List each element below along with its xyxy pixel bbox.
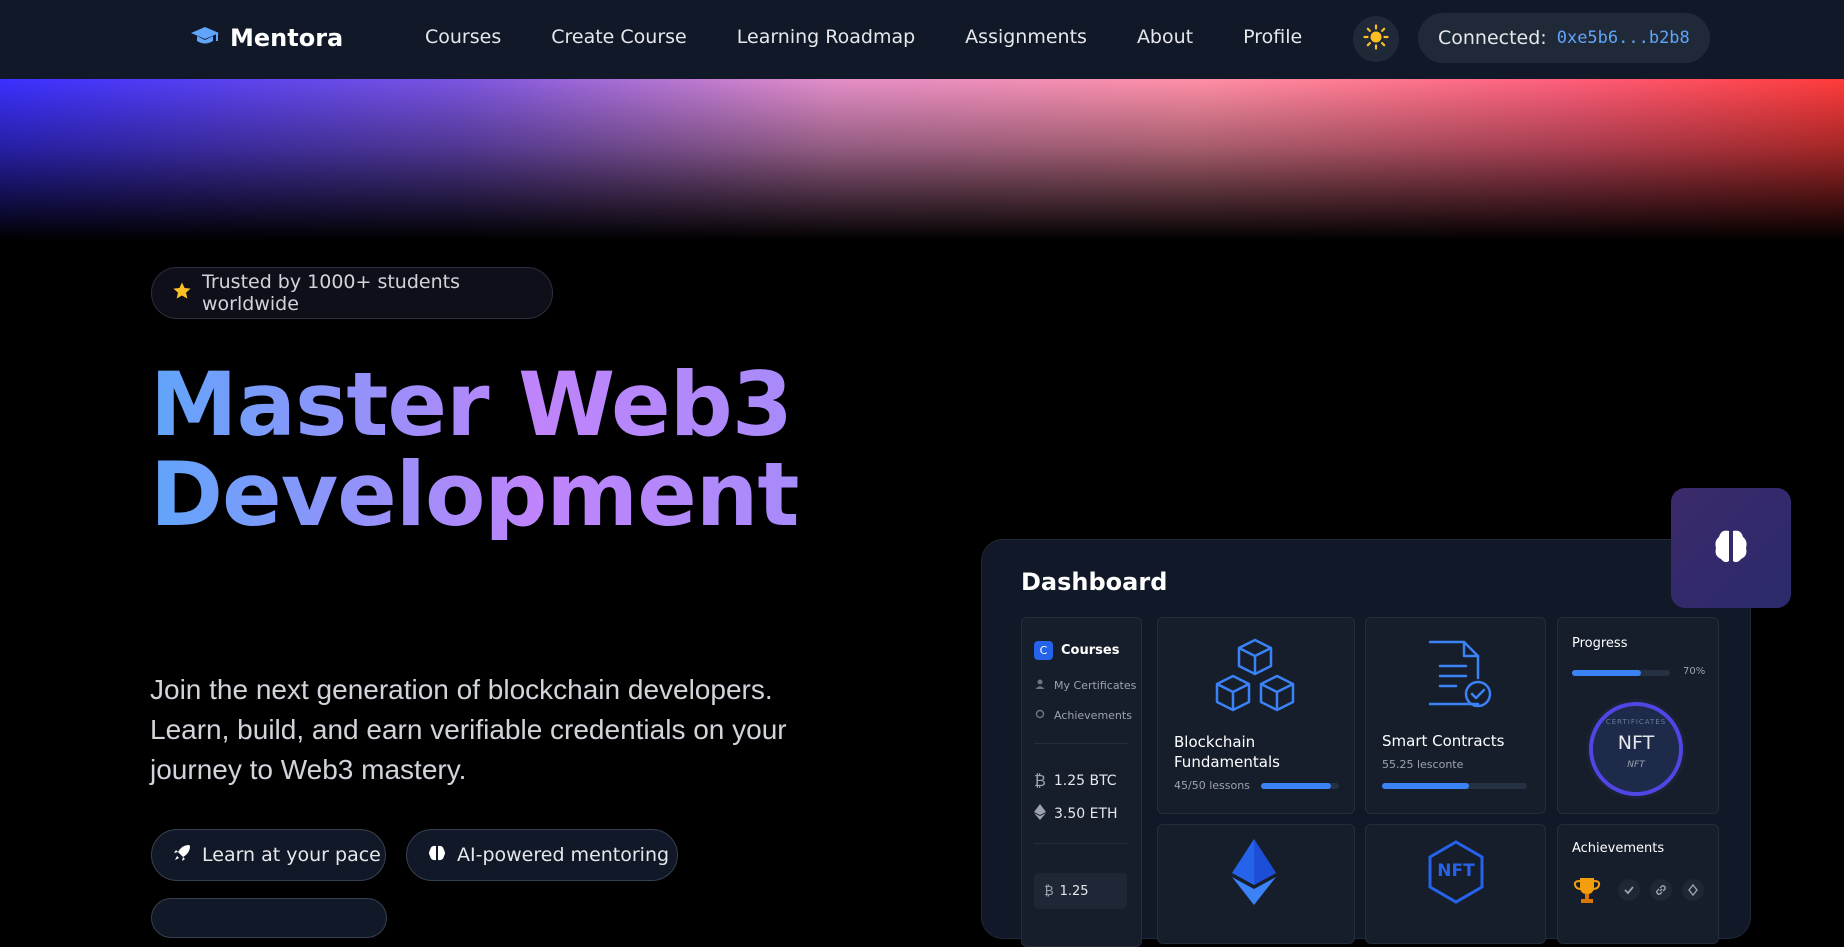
divider bbox=[1034, 843, 1129, 844]
overall-progress-fill bbox=[1572, 670, 1641, 676]
course-progress-fill bbox=[1261, 783, 1332, 789]
achievements-card: Achievements bbox=[1557, 824, 1719, 944]
brand-logo[interactable]: Mentora bbox=[190, 24, 343, 52]
sidebar-item-label: My Certificates bbox=[1054, 679, 1137, 692]
feature-pill-partial[interactable] bbox=[151, 898, 387, 938]
nft-main-text: NFT bbox=[1617, 732, 1655, 754]
sidebar-item-certificates[interactable]: My Certificates bbox=[1034, 678, 1136, 693]
nft-certificate-badge: CERTIFICATES NFT NFT bbox=[1589, 702, 1683, 796]
cubes-icon bbox=[1211, 636, 1299, 722]
dashboard-sidebar: C Courses My Certificates Achievements ₿… bbox=[1021, 617, 1142, 947]
course-progress-fill bbox=[1382, 783, 1469, 789]
eth-balance-value: 3.50 ETH bbox=[1054, 806, 1118, 822]
course-progress-bar bbox=[1382, 783, 1527, 789]
nav-links: Courses Create Course Learning Roadmap A… bbox=[425, 26, 1302, 48]
check-badge-icon bbox=[1618, 879, 1640, 901]
hero-title: Master Web3 Development bbox=[150, 360, 798, 540]
top-navbar: Mentora Courses Create Course Learning R… bbox=[0, 0, 1844, 79]
hero-title-line1: Master Web3 bbox=[150, 353, 792, 456]
course-card-title: Smart Contracts bbox=[1382, 732, 1505, 750]
hero-subtitle: Join the next generation of blockchain d… bbox=[150, 674, 787, 785]
hero-gradient-fade bbox=[0, 79, 1844, 249]
star-icon bbox=[172, 281, 192, 306]
course-card-nft[interactable]: NFT bbox=[1365, 824, 1546, 944]
course-progress-bar bbox=[1261, 783, 1339, 789]
course-card-meta: 45/50 lessons bbox=[1174, 779, 1250, 792]
mini-balance-chip[interactable]: ₿ 1.25 bbox=[1034, 873, 1127, 909]
nav-link-courses[interactable]: Courses bbox=[425, 26, 501, 48]
dashboard-title: Dashboard bbox=[1021, 568, 1168, 596]
course-card-blockchain[interactable]: Blockchain Fundamentals 45/50 lessons bbox=[1157, 617, 1355, 814]
achievements-title: Achievements bbox=[1572, 841, 1665, 856]
courses-icon: C bbox=[1034, 641, 1053, 660]
ethereum-icon bbox=[1034, 804, 1046, 824]
wallet-label: Connected: bbox=[1438, 27, 1547, 49]
contract-document-icon bbox=[1426, 638, 1494, 716]
rocket-icon bbox=[172, 843, 192, 868]
feature-pill-learn-pace[interactable]: Learn at your pace bbox=[151, 829, 386, 881]
feature-pill-label: Learn at your pace bbox=[202, 844, 381, 866]
progress-card: Progress 70% CERTIFICATES NFT NFT bbox=[1557, 617, 1719, 814]
feature-pill-label: AI-powered mentoring bbox=[457, 844, 670, 866]
brand-name: Mentora bbox=[230, 24, 344, 52]
circle-icon bbox=[1034, 708, 1046, 723]
bitcoin-icon: ₿ bbox=[1044, 884, 1054, 899]
nft-hexagon-label: NFT bbox=[1437, 861, 1475, 881]
overall-progress-bar bbox=[1572, 670, 1670, 676]
nav-link-about[interactable]: About bbox=[1137, 26, 1193, 48]
btc-balance: ₿ 1.25 BTC bbox=[1034, 771, 1117, 791]
trust-badge-text: Trusted by 1000+ students worldwide bbox=[202, 271, 460, 315]
user-icon bbox=[1034, 678, 1046, 693]
sidebar-courses-item[interactable]: C Courses bbox=[1034, 641, 1119, 660]
theme-toggle-button[interactable] bbox=[1353, 16, 1399, 62]
nft-ring-text: CERTIFICATES bbox=[1605, 718, 1667, 726]
bitcoin-icon: ₿ bbox=[1034, 771, 1046, 790]
course-card-ethereum[interactable] bbox=[1157, 824, 1355, 944]
nav-link-assignments[interactable]: Assignments bbox=[965, 26, 1087, 48]
trophy-icon bbox=[1572, 875, 1602, 909]
course-card-smart-contracts[interactable]: Smart Contracts 55.25 lesconte bbox=[1365, 617, 1546, 814]
course-card-meta: 55.25 lesconte bbox=[1382, 758, 1464, 771]
sidebar-item-achievements[interactable]: Achievements bbox=[1034, 708, 1132, 723]
btc-balance-value: 1.25 BTC bbox=[1053, 773, 1117, 789]
nav-link-learning-roadmap[interactable]: Learning Roadmap bbox=[737, 26, 915, 48]
divider bbox=[1034, 743, 1129, 744]
trust-badge: Trusted by 1000+ students worldwide bbox=[151, 267, 553, 319]
hero-title-line2: Development bbox=[150, 443, 799, 546]
diamond-badge-icon bbox=[1682, 879, 1704, 901]
sidebar-courses-label: Courses bbox=[1061, 643, 1120, 658]
nav-link-profile[interactable]: Profile bbox=[1243, 26, 1302, 48]
progress-title: Progress bbox=[1572, 636, 1628, 651]
sun-icon bbox=[1363, 24, 1389, 54]
link-badge-icon bbox=[1650, 879, 1672, 901]
wallet-connection-button[interactable]: Connected: 0xe5b6...b2b8 bbox=[1418, 13, 1710, 63]
eth-balance: 3.50 ETH bbox=[1034, 804, 1118, 824]
mini-balance-value: 1.25 bbox=[1059, 883, 1089, 899]
nft-sub-text: NFT bbox=[1627, 760, 1645, 770]
overall-progress-percent: 70% bbox=[1683, 666, 1706, 677]
wallet-address: 0xe5b6...b2b8 bbox=[1556, 28, 1690, 48]
ai-brain-tile[interactable] bbox=[1671, 488, 1791, 608]
dashboard-preview: Dashboard C Courses My Certificates Achi… bbox=[981, 539, 1751, 947]
graduation-cap-icon bbox=[190, 24, 220, 52]
nav-link-create-course[interactable]: Create Course bbox=[551, 26, 687, 48]
sidebar-item-label: Achievements bbox=[1054, 709, 1132, 722]
course-card-title: Blockchain Fundamentals bbox=[1174, 733, 1280, 771]
brain-icon bbox=[427, 843, 447, 868]
ethereum-icon bbox=[1232, 839, 1276, 909]
feature-pill-ai-mentoring[interactable]: AI-powered mentoring bbox=[406, 829, 678, 881]
brain-icon bbox=[1711, 526, 1751, 570]
